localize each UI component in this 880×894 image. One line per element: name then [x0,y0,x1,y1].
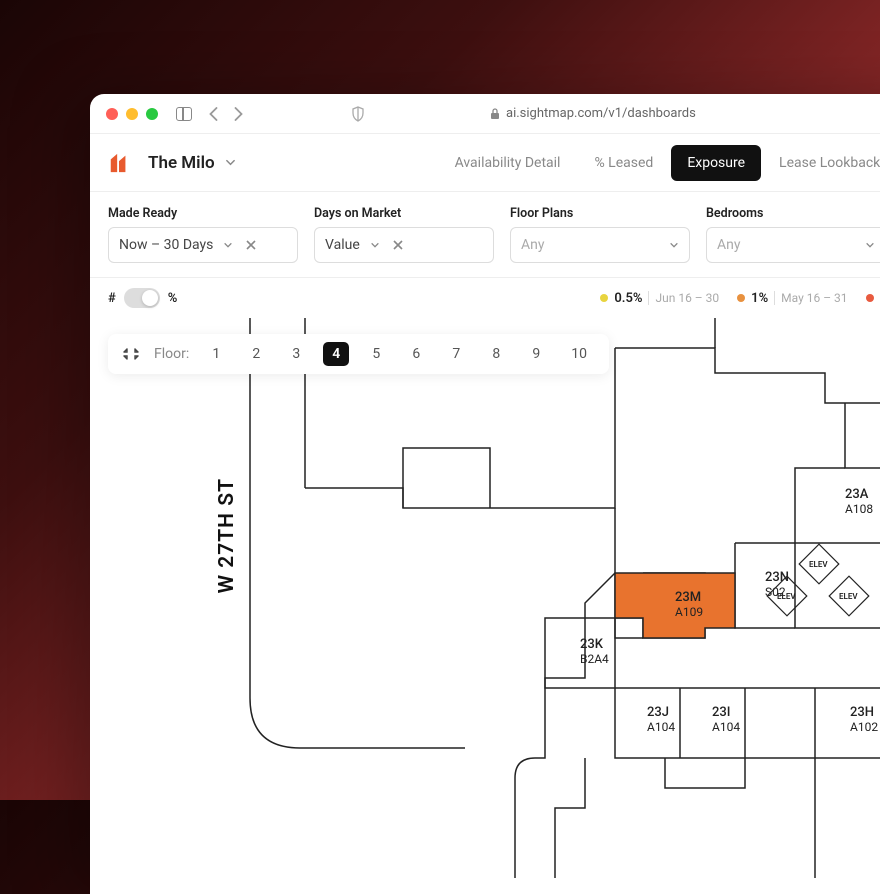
select-value: Value [325,237,360,253]
filter-bedrooms: Bedrooms Any [706,206,880,263]
legend-value: 1% [751,291,768,306]
forward-icon[interactable] [233,107,244,121]
svg-text:ELEV: ELEV [777,592,796,601]
nav-arrows [208,107,244,121]
property-selector[interactable]: The Milo [148,153,236,173]
filter-label: Floor Plans [510,206,690,221]
legend-date: Jun 16 – 30 [655,291,719,305]
close-window[interactable] [106,108,118,120]
svg-text:A104: A104 [712,720,740,734]
svg-text:23I: 23I [712,705,730,720]
clear-filter-icon[interactable] [245,239,257,251]
svg-text:ELEV: ELEV [839,592,858,601]
svg-text:A102: A102 [850,720,878,734]
svg-text:23N: 23N [765,570,789,585]
filter-made-ready: Made Ready Now – 30 Days [108,206,298,263]
floor-1[interactable]: 1 [203,342,229,366]
maximize-window[interactable] [146,108,158,120]
legend-value: 0.5% [614,291,642,306]
back-icon[interactable] [208,107,219,121]
bedrooms-select[interactable]: Any [706,227,880,263]
clear-filter-icon[interactable] [392,239,404,251]
count-percent-toggle[interactable] [124,288,160,308]
filter-days-on-market: Days on Market Value [314,206,494,263]
svg-text:A108: A108 [845,502,873,516]
filter-bar: Made Ready Now – 30 Days Days on Market … [90,192,880,278]
nav-tabs: Availability Detail % Leased Exposure Le… [439,145,880,181]
exposure-legend: 0.5% Jun 16 – 30 1% May 16 – 31 1% Apr 1… [600,291,880,306]
legend-dot-red [866,294,874,302]
hash-label: # [108,291,116,306]
svg-text:A104: A104 [647,720,675,734]
floor-8[interactable]: 8 [483,342,509,366]
legend-item: 1% May 16 – 31 [737,291,847,306]
tab-exposure[interactable]: Exposure [671,145,761,181]
legend-date: May 16 – 31 [781,291,847,305]
address-bar[interactable]: ai.sightmap.com/v1/dashboards [490,106,696,121]
svg-text:B2A4: B2A4 [580,652,609,666]
tab-lease-lookback[interactable]: Lease Lookback [763,145,880,181]
tab-availability-detail[interactable]: Availability Detail [439,145,577,181]
legend-dot-yellow [600,294,608,302]
app-window: ai.sightmap.com/v1/dashboards The Milo A… [90,94,880,894]
select-value: Now – 30 Days [119,237,213,253]
collapse-icon[interactable] [122,345,140,363]
app-header: The Milo Availability Detail % Leased Ex… [90,134,880,192]
floor-4[interactable]: 4 [323,342,349,366]
floor-label: Floor: [154,346,189,362]
sidebar-toggle-icon[interactable] [176,107,192,121]
app-logo-icon[interactable] [108,152,130,174]
url-text: ai.sightmap.com/v1/dashboards [506,106,696,121]
days-on-market-select[interactable]: Value [314,227,494,263]
select-value: Any [521,237,545,253]
svg-text:A109: A109 [675,605,703,619]
legend-dot-orange [737,294,745,302]
chevron-down-icon [669,240,679,250]
browser-titlebar: ai.sightmap.com/v1/dashboards [90,94,880,134]
select-value: Any [717,237,741,253]
chevron-down-icon [225,157,236,168]
chevron-down-icon [370,240,380,250]
traffic-lights [106,108,158,120]
floor-selector: Floor: 1 2 3 4 5 6 7 8 9 10 [108,334,609,374]
svg-text:23K: 23K [580,637,604,652]
legend-row: # % 0.5% Jun 16 – 30 1% May 16 – 31 1% A [90,278,880,318]
floor-plan-svg[interactable]: 23B A115 23A A108 23N S02 23M A109 23K B… [90,318,880,878]
lock-icon [490,108,500,120]
chevron-down-icon [865,240,875,250]
filter-label: Made Ready [108,206,298,221]
floor-10[interactable]: 10 [563,342,595,366]
minimize-window[interactable] [126,108,138,120]
floor-2[interactable]: 2 [243,342,269,366]
chevron-down-icon [223,240,233,250]
filter-label: Bedrooms [706,206,880,221]
legend-item: 1% Apr 16 – 30 [866,291,880,306]
svg-text:23A: 23A [845,487,869,502]
floor-9[interactable]: 9 [523,342,549,366]
floor-7[interactable]: 7 [443,342,469,366]
svg-text:23H: 23H [850,705,874,720]
floor-5[interactable]: 5 [363,342,389,366]
svg-text:ELEV: ELEV [809,560,828,569]
floor-3[interactable]: 3 [283,342,309,366]
percent-label: % [168,291,178,306]
legend-item: 0.5% Jun 16 – 30 [600,291,719,306]
property-name: The Milo [148,153,215,173]
display-toggle: # % [108,288,177,308]
tab-percent-leased[interactable]: % Leased [578,145,669,181]
filter-label: Days on Market [314,206,494,221]
privacy-shield-icon[interactable] [350,106,366,122]
floor-plans-select[interactable]: Any [510,227,690,263]
filter-floor-plans: Floor Plans Any [510,206,690,263]
made-ready-select[interactable]: Now – 30 Days [108,227,298,263]
floor-6[interactable]: 6 [403,342,429,366]
svg-text:23M: 23M [675,590,701,605]
floor-plan-view: Floor: 1 2 3 4 5 6 7 8 9 10 W 27TH ST [90,318,880,878]
svg-text:23J: 23J [647,705,669,720]
